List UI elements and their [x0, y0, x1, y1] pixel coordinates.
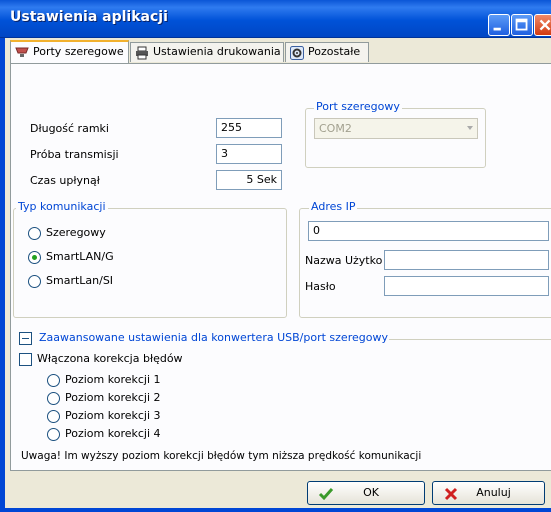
- minimize-icon: [493, 27, 501, 31]
- radio-label: Poziom korekcji 1: [65, 373, 161, 386]
- window-frame-left: [0, 38, 5, 512]
- error-correction-checkbox[interactable]: [19, 353, 32, 366]
- comm-type-group: [13, 208, 287, 318]
- serial-port-icon: [15, 47, 29, 57]
- tab-label: Pozostałe: [308, 45, 361, 58]
- tab-label: Porty szeregowe: [33, 45, 124, 58]
- retry-label: Próba transmisji: [30, 148, 119, 161]
- cancel-button[interactable]: Anuluj: [432, 481, 545, 505]
- radio-label: Poziom korekcji 4: [65, 427, 161, 440]
- password-label: Hasło: [305, 280, 336, 293]
- serial-port-title: Port szeregowy: [314, 100, 402, 113]
- window-frame-bottom: [0, 508, 551, 512]
- radio-button[interactable]: [47, 428, 60, 441]
- tab-panel-serial-ports: Długość ramki 255 Próba transmisji 3 Cza…: [10, 63, 551, 471]
- serial-port-select[interactable]: COM2: [314, 118, 478, 139]
- title-bar: Ustawienia aplikacji: [0, 0, 551, 38]
- ip-title: Adres IP: [309, 200, 358, 213]
- radio-label: Poziom korekcji 2: [65, 391, 161, 404]
- advanced-divider: [389, 339, 551, 340]
- timeout-label: Czas upłynął: [30, 174, 100, 187]
- close-button[interactable]: [534, 14, 551, 36]
- advanced-title: Zaawansowane ustawienia dla konwertera U…: [37, 331, 390, 344]
- ip-address-input[interactable]: 0: [308, 221, 549, 241]
- window-title: Ustawienia aplikacji: [10, 9, 168, 25]
- comm-type-title: Typ komunikacji: [16, 200, 108, 213]
- close-icon: [539, 19, 551, 31]
- radio-button[interactable]: [28, 275, 41, 288]
- radio-button[interactable]: [47, 410, 60, 423]
- radio-button[interactable]: [28, 227, 41, 240]
- retry-input[interactable]: 3: [216, 144, 282, 164]
- printer-icon: [136, 46, 148, 60]
- chevron-down-icon: [467, 126, 473, 130]
- radio-button[interactable]: [47, 374, 60, 387]
- timeout-input[interactable]: 5 Sek: [216, 170, 282, 190]
- ok-button[interactable]: OK: [307, 481, 425, 505]
- settings-icon: [290, 46, 304, 60]
- correction-warning: Uwaga! Im wyższy poziom korekcji błędów …: [21, 450, 422, 462]
- radio-label: Poziom korekcji 3: [65, 409, 161, 422]
- maximize-icon: [515, 18, 528, 31]
- radio-button-selected[interactable]: [28, 251, 41, 264]
- minimize-button[interactable]: [488, 14, 510, 36]
- username-input[interactable]: [384, 250, 549, 270]
- tab-other[interactable]: Pozostałe: [285, 42, 369, 62]
- tab-print-settings[interactable]: Ustawienia drukowania: [130, 42, 284, 62]
- radio-button[interactable]: [47, 392, 60, 405]
- tab-label: Ustawienia drukowania: [153, 45, 281, 58]
- frame-length-input[interactable]: 255: [216, 118, 282, 138]
- password-input[interactable]: [384, 276, 549, 296]
- error-correction-label: Włączona korekcja błędów: [37, 352, 183, 365]
- ok-label: OK: [363, 486, 379, 499]
- username-label: Nazwa Użytko: [305, 254, 383, 267]
- serial-port-value: COM2: [319, 122, 352, 135]
- radio-label: SmartLan/SI: [46, 274, 114, 287]
- collapse-toggle[interactable]: [19, 332, 32, 345]
- cancel-label: Anuluj: [476, 486, 511, 499]
- frame-length-label: Długość ramki: [30, 122, 109, 135]
- tab-serial-ports[interactable]: Porty szeregowe: [10, 40, 129, 64]
- maximize-button[interactable]: [511, 14, 533, 36]
- radio-label: Szeregowy: [46, 226, 106, 239]
- radio-label: SmartLAN/G: [46, 250, 114, 263]
